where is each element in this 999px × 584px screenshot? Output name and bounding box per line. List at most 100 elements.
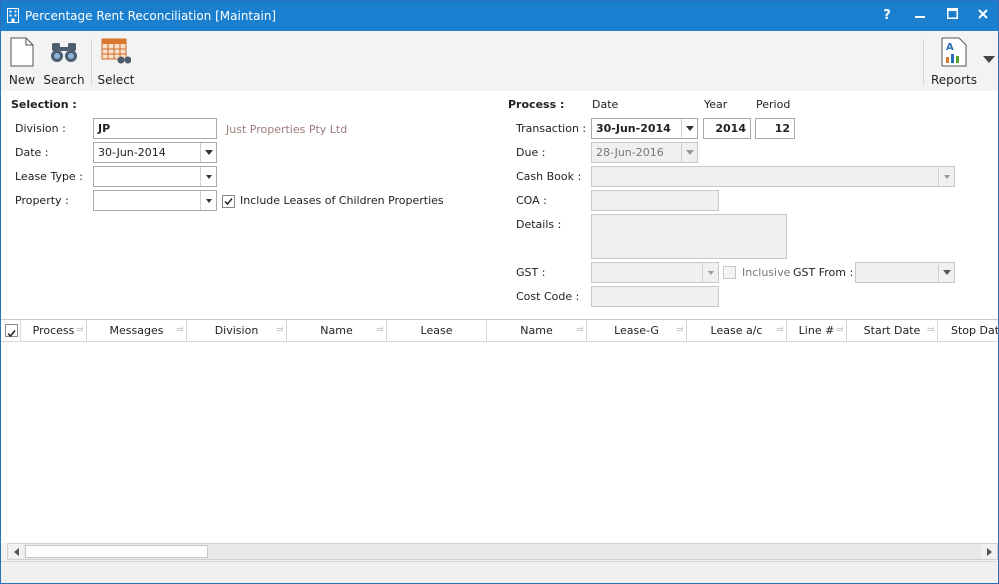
pin-icon[interactable]: ⫤ (576, 320, 583, 341)
column-header-label: Process (32, 324, 75, 337)
due-date-picker[interactable]: 28-Jun-2016 (591, 142, 698, 163)
gst-from-label: GST From : (793, 266, 854, 279)
column-header-label: Name (320, 324, 353, 337)
maximize-button[interactable] (937, 1, 967, 31)
details-textarea[interactable] (591, 214, 787, 259)
column-header-lease-name[interactable]: Name ⫤ (487, 320, 587, 341)
column-header-stop-date[interactable]: Stop Date (938, 320, 998, 341)
pin-icon[interactable]: ⫤ (76, 320, 83, 341)
scroll-left-button[interactable] (8, 544, 24, 559)
select-button[interactable]: Select (97, 36, 135, 87)
status-bar (1, 561, 998, 583)
property-select[interactable] (93, 190, 217, 211)
cash-book-dropdown-button[interactable] (938, 167, 954, 186)
include-children-checkbox[interactable] (222, 195, 235, 208)
scrollbar-thumb[interactable] (25, 545, 208, 558)
main-window: Percentage Rent Reconciliation [Maintain… (0, 0, 999, 584)
date-picker[interactable]: 30-Jun-2014 (93, 142, 217, 163)
pin-icon[interactable]: ⫤ (676, 320, 683, 341)
gst-from-dropdown-button[interactable] (938, 263, 954, 282)
minimize-icon (915, 16, 925, 18)
chevron-down-icon (942, 270, 951, 275)
due-label: Due : (516, 146, 546, 159)
column-header-label: Stop Date (951, 324, 998, 337)
pin-icon[interactable]: ⫤ (776, 320, 783, 341)
grid-header: Process ⫤ Messages ⫤ Division ⫤ Name ⫤ Lease… (1, 320, 998, 342)
pin-icon[interactable]: ⫤ (836, 320, 843, 341)
column-header-line-number[interactable]: Line # ⫤ (787, 320, 847, 341)
gst-dropdown-button[interactable] (702, 263, 718, 282)
chevron-down-icon (205, 198, 212, 203)
toolbar-overflow-button[interactable] (981, 53, 997, 67)
checkmark-icon (7, 330, 16, 338)
building-icon (7, 8, 19, 23)
division-name: Just Properties Pty Ltd (226, 123, 348, 136)
inclusive-label: Inclusive (742, 266, 791, 279)
date-value: 30-Jun-2014 (98, 146, 166, 159)
column-header-label: Start Date (863, 324, 921, 337)
scroll-right-button[interactable] (981, 544, 997, 559)
transaction-year-input[interactable]: 2014 (703, 118, 751, 139)
toolbar: New Search Select A Reports (1, 31, 998, 91)
maximize-icon (946, 8, 958, 19)
process-header: Process : (508, 98, 565, 111)
search-label: Search (43, 73, 85, 87)
pin-icon[interactable]: ⫤ (376, 320, 383, 341)
help-button[interactable]: ? (872, 1, 902, 31)
column-header-label: Messages (109, 324, 164, 337)
lease-type-dropdown-button[interactable] (200, 167, 216, 186)
chevron-down-icon (685, 150, 694, 155)
column-header-lease[interactable]: Lease (387, 320, 487, 341)
gst-select[interactable] (591, 262, 719, 283)
process-year-header: Year (704, 98, 728, 111)
gst-from-select[interactable] (855, 262, 955, 283)
close-button[interactable] (968, 1, 998, 31)
column-header-start-date[interactable]: Start Date ⫤ (847, 320, 938, 341)
column-header-name[interactable]: Name ⫤ (287, 320, 387, 341)
close-icon (978, 9, 988, 19)
transaction-date-picker[interactable]: 30-Jun-2014 (591, 118, 698, 139)
coa-label: COA : (516, 194, 547, 207)
chevron-down-icon (943, 174, 950, 179)
column-header-label: Line # (798, 324, 835, 337)
reports-button[interactable]: A Reports (929, 36, 979, 87)
column-header-label: Lease (420, 324, 453, 337)
new-document-icon (10, 37, 34, 67)
selection-header: Selection : (11, 98, 77, 111)
transaction-date-dropdown-button[interactable] (681, 119, 697, 138)
inclusive-checkbox[interactable] (723, 266, 736, 279)
pin-icon[interactable]: ⫤ (927, 320, 934, 341)
column-header-division[interactable]: Division ⫤ (187, 320, 287, 341)
property-dropdown-button[interactable] (200, 191, 216, 210)
column-header-label: Lease a/c (710, 324, 763, 337)
select-all-column[interactable] (1, 320, 21, 341)
column-header-messages[interactable]: Messages ⫤ (87, 320, 187, 341)
select-label: Select (97, 73, 135, 87)
property-label: Property : (15, 194, 69, 207)
transaction-period-input[interactable]: 12 (755, 118, 795, 139)
pin-icon[interactable]: ⫤ (176, 320, 183, 341)
process-date-header: Date (592, 98, 619, 111)
cash-book-select[interactable] (591, 166, 955, 187)
horizontal-scrollbar[interactable] (7, 543, 998, 560)
column-header-lease-ac[interactable]: Lease a/c ⫤ (687, 320, 787, 341)
lease-type-select[interactable] (93, 166, 217, 187)
date-dropdown-button[interactable] (200, 143, 216, 162)
minimize-button[interactable] (905, 1, 935, 31)
title-bar: Percentage Rent Reconciliation [Maintain… (1, 1, 998, 31)
pin-icon[interactable]: ⫤ (276, 320, 283, 341)
details-label: Details : (516, 218, 562, 231)
coa-input[interactable] (591, 190, 719, 211)
include-children-label: Include Leases of Children Properties (240, 194, 444, 207)
search-button[interactable]: Search (43, 36, 85, 87)
chevron-down-icon (983, 56, 995, 63)
reports-label: Reports (930, 73, 978, 87)
form-panel: Selection : Division : JP Just Propertie… (1, 91, 998, 319)
new-button[interactable]: New (5, 36, 39, 87)
select-all-checkbox[interactable] (5, 324, 18, 338)
division-input[interactable]: JP (93, 118, 217, 139)
due-date-dropdown-button[interactable] (681, 143, 697, 162)
column-header-lease-g[interactable]: Lease-G ⫤ (587, 320, 687, 341)
cost-code-input[interactable] (591, 286, 719, 307)
column-header-process[interactable]: Process ⫤ (21, 320, 87, 341)
